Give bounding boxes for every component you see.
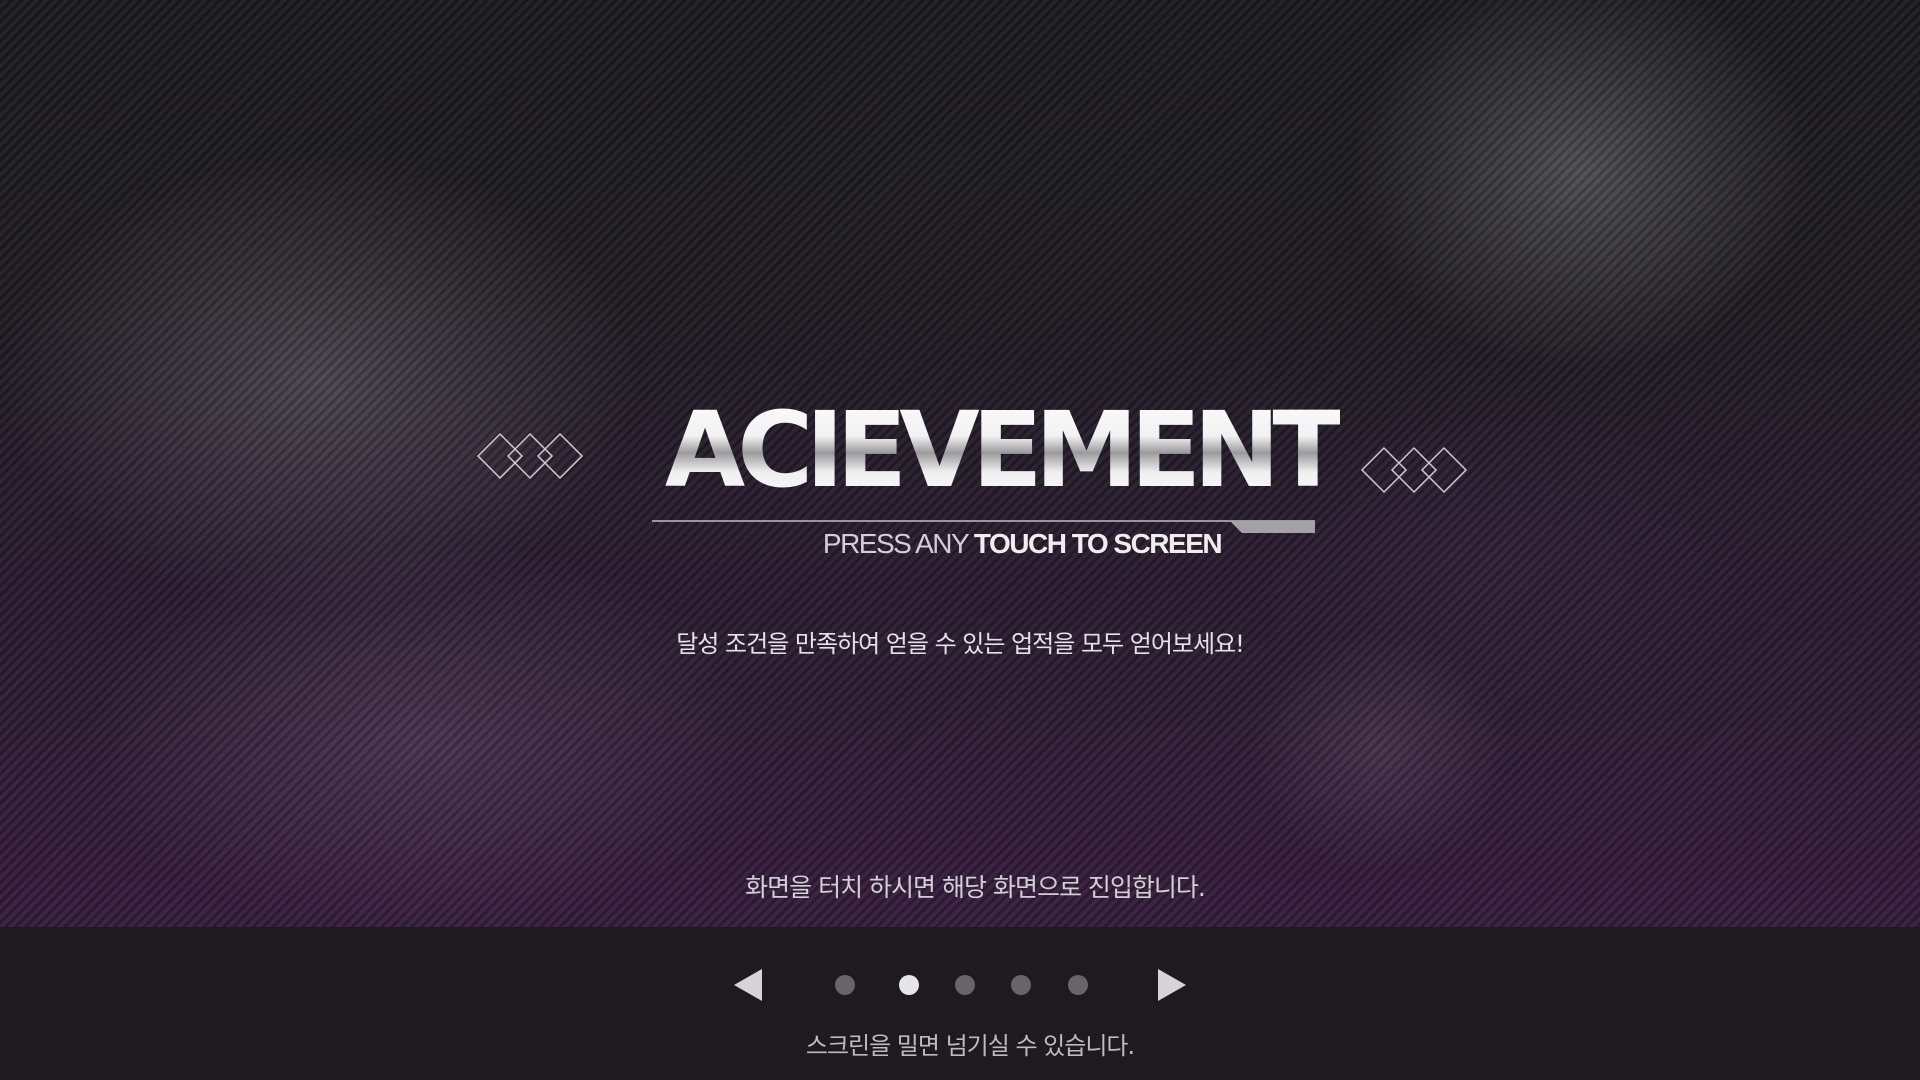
page-dot-5[interactable] xyxy=(1068,975,1088,995)
page-dot-3[interactable] xyxy=(955,975,975,995)
page-title: ACIEVEMENT xyxy=(660,380,1344,520)
touch-hint: 화면을 터치 하시면 해당 화면으로 진입합니다. xyxy=(745,873,1206,902)
prev-page-arrow-icon[interactable] xyxy=(734,969,762,1001)
achievement-description: 달성 조건을 만족하여 얻을 수 있는 업적을 모두 얻어보세요! xyxy=(676,630,1245,658)
next-page-arrow-icon[interactable] xyxy=(1158,969,1186,1001)
press-prompt-bold: TOUCH TO SCREEN xyxy=(973,528,1223,559)
swipe-hint: 스크린을 밀면 넘기실 수 있습니다. xyxy=(805,1032,1135,1060)
title-underline xyxy=(652,520,1315,522)
diamond-ornament-right-icon xyxy=(1360,446,1468,494)
page-dot-1[interactable] xyxy=(835,975,855,995)
touch-area[interactable]: ACIEVEMENT PRESS ANY TOUCH TO SCREEN 달성 … xyxy=(0,0,1920,927)
achievement-screen: ACIEVEMENT PRESS ANY TOUCH TO SCREEN 달성 … xyxy=(0,0,1920,1080)
press-prompt: PRESS ANY TOUCH TO SCREEN xyxy=(642,528,1402,560)
page-dot-2-active[interactable] xyxy=(899,975,919,995)
diamond-ornament-left-icon xyxy=(476,432,584,480)
page-dot-4[interactable] xyxy=(1011,975,1031,995)
press-prompt-normal: PRESS ANY xyxy=(822,528,969,559)
